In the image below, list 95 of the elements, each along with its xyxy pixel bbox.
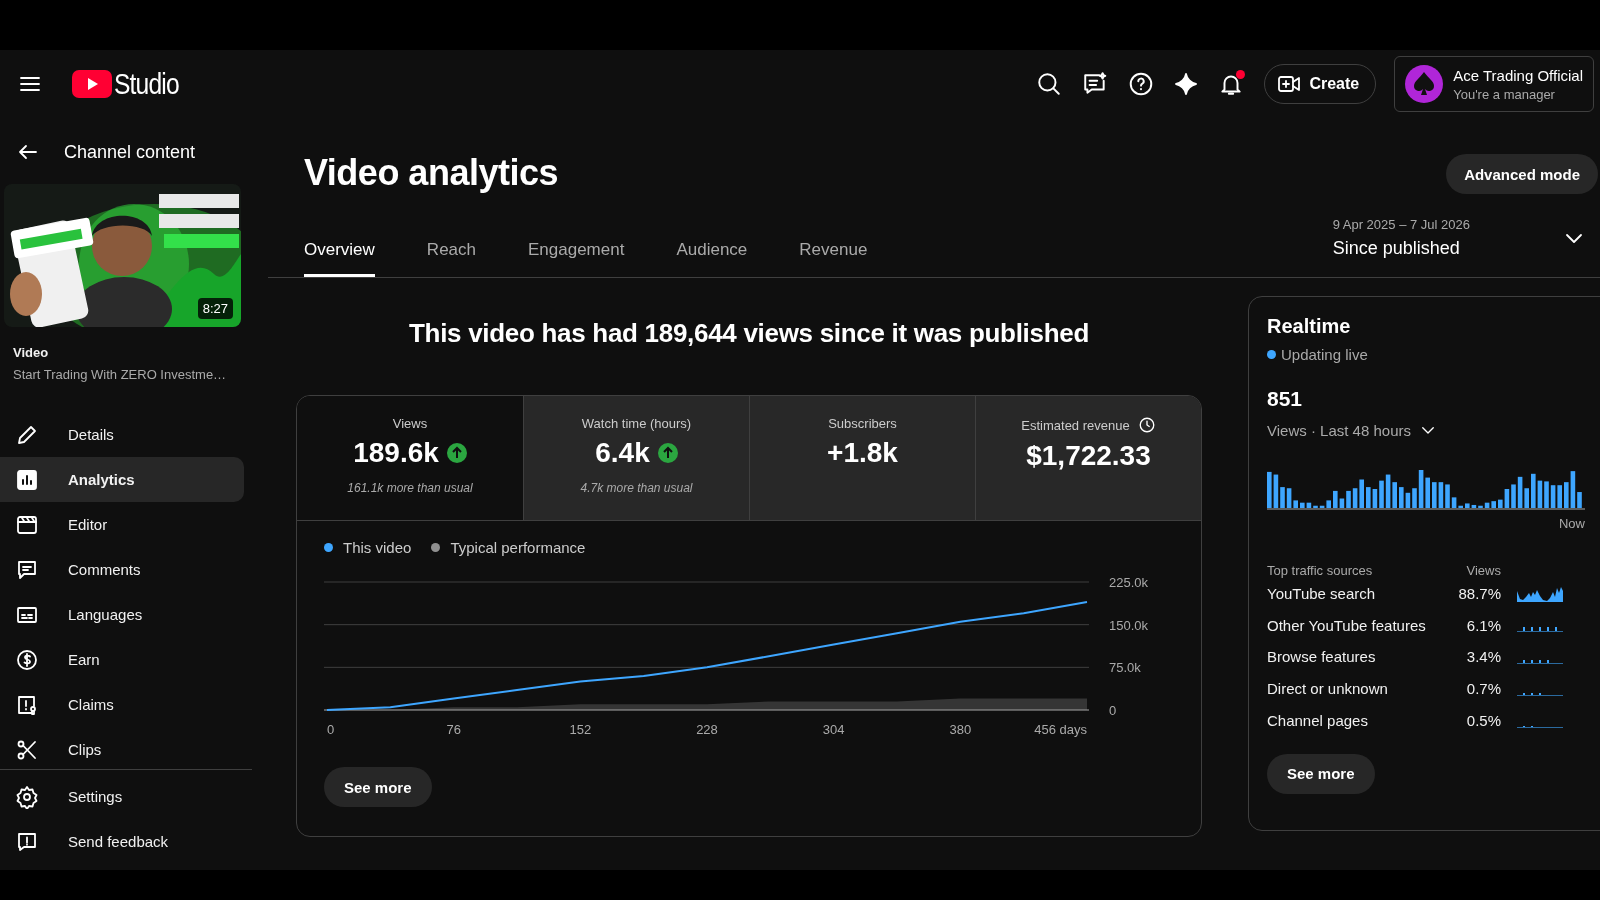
metric-value: $1,722.33	[1026, 440, 1151, 472]
axis-label: 225.0k	[1109, 575, 1149, 590]
date-range-dropdown[interactable]: 9 Apr 2025 – 7 Jul 2026 Since published	[1332, 217, 1600, 277]
tab[interactable]: Audience	[676, 240, 748, 277]
traffic-share: 88.7%	[1457, 585, 1501, 603]
axis-label: 0	[327, 722, 335, 737]
tab[interactable]: Revenue	[799, 240, 868, 277]
search-button[interactable]	[1036, 71, 1063, 97]
card-title: Realtime	[1267, 315, 1352, 338]
account-role: You're a manager	[1453, 86, 1556, 102]
sparkline	[1517, 660, 1563, 664]
duration-badge: 8:27	[197, 298, 233, 319]
traffic-share: 0.5%	[1465, 711, 1501, 729]
account-name: Ace Trading Official	[1453, 66, 1583, 84]
trend-up-icon	[446, 443, 467, 463]
sidebar-item[interactable]: Claims	[0, 682, 244, 727]
page-title: Video analytics	[304, 152, 558, 194]
traffic-source-name: Browse features	[1267, 648, 1377, 666]
legend-label: This video	[343, 539, 412, 556]
metric-label: Views	[392, 416, 428, 431]
axis-label: 228	[696, 722, 718, 737]
tab[interactable]: Overview	[304, 240, 375, 277]
metric-value: 189.6k	[353, 437, 439, 469]
trend-up-icon	[657, 443, 678, 463]
sidebar-item[interactable]: Comments	[0, 547, 244, 592]
traffic-source-name: YouTube search	[1267, 585, 1377, 603]
live-status: Updating live	[1281, 346, 1368, 363]
column-header: Views	[1466, 563, 1501, 578]
axis-label: 0	[1109, 703, 1117, 718]
sidebar-item[interactable]: Earn	[0, 637, 244, 682]
axis-label: 304	[822, 722, 845, 737]
video-title: Start Trading With ZERO Investme…	[13, 367, 228, 382]
axis-label: 150.0k	[1109, 617, 1149, 633]
axis-label: 75.0k	[1109, 660, 1141, 676]
bar-chart-icon	[15, 467, 39, 492]
headline: This video has had 189,644 views since it was published	[408, 318, 1090, 349]
sidebar-item[interactable]: Settings	[0, 774, 244, 819]
sparkline	[1517, 585, 1563, 602]
axis-label: Now	[1558, 516, 1585, 531]
sidebar-item[interactable]: Clips	[0, 727, 244, 772]
sidebar-item[interactable]: Analytics	[0, 457, 244, 502]
axis-label: 152	[569, 722, 592, 737]
logo-text: Studio	[114, 67, 179, 101]
section-title: Channel content	[64, 141, 196, 163]
traffic-share: 0.7%	[1465, 680, 1501, 698]
metric-label: Subscribers	[828, 416, 897, 431]
sparkline	[1517, 693, 1563, 697]
metric-tab[interactable]: Estimated revenue $1,722.33	[975, 396, 1201, 520]
settings-icon	[15, 784, 39, 809]
notifications-button[interactable]	[1218, 71, 1245, 97]
metric-tab[interactable]: Watch time (hours) 6.4k 4.7k more than usual	[523, 396, 749, 520]
traffic-source-name: Direct or unknown	[1267, 680, 1389, 698]
metric-note: 161.1k more than usual	[347, 481, 473, 495]
spade-avatar-icon	[1405, 65, 1444, 103]
traffic-source-name: Other YouTube features	[1267, 616, 1427, 634]
help-icon	[1128, 71, 1155, 97]
sidebar-item[interactable]: Send feedback	[0, 819, 244, 864]
realtime-count: 851	[1267, 387, 1304, 411]
feedback-button[interactable]	[1082, 71, 1109, 97]
metric-value: 6.4k	[595, 437, 650, 469]
play-logo-icon	[72, 70, 112, 98]
sidebar-item[interactable]: Details	[0, 412, 244, 457]
dollar-icon	[15, 647, 39, 672]
tab[interactable]: Engagement	[528, 240, 625, 277]
tab[interactable]: Reach	[426, 240, 476, 277]
see-more-button[interactable]: See more	[324, 767, 432, 807]
metric-label: Estimated revenue	[1021, 417, 1130, 433]
column-header: Top traffic sources	[1267, 563, 1373, 578]
sidebar-item[interactable]: Editor	[0, 502, 244, 547]
traffic-share: 6.1%	[1465, 616, 1501, 634]
sparkline	[1517, 626, 1563, 632]
help-button[interactable]	[1128, 71, 1155, 97]
metric-tab[interactable]: Subscribers +1.8k	[749, 396, 975, 520]
sparkle-icon	[1174, 72, 1199, 96]
sparkle-button[interactable]	[1174, 72, 1199, 96]
sidebar-item[interactable]: Languages	[0, 592, 244, 637]
account-switcher[interactable]: Ace Trading Official You're a manager	[1394, 56, 1594, 112]
axis-label: 76	[446, 722, 461, 737]
axis-label: 456 days	[1034, 722, 1087, 737]
metric-value: +1.8k	[827, 437, 898, 469]
legend-label: Typical performance	[450, 539, 586, 556]
metric-note: 4.7k more than usual	[580, 481, 693, 495]
traffic-source-name: Channel pages	[1267, 711, 1369, 729]
traffic-share: 3.4%	[1465, 648, 1501, 666]
see-more-button[interactable]: See more	[1267, 753, 1375, 794]
search-icon	[1036, 71, 1063, 97]
live-dot-icon	[1267, 350, 1276, 359]
sparkline	[1517, 726, 1563, 729]
video-label: Video	[13, 345, 50, 360]
comment-sparkle-icon	[1082, 71, 1109, 97]
advanced-mode-button[interactable]: Advanced mode	[1446, 154, 1598, 194]
metric-label: Watch time (hours)	[581, 416, 692, 431]
clock-icon	[1137, 416, 1156, 434]
axis-label: 380	[949, 722, 972, 737]
period-dropdown[interactable]: Views · Last 48 hours	[1267, 421, 1600, 439]
